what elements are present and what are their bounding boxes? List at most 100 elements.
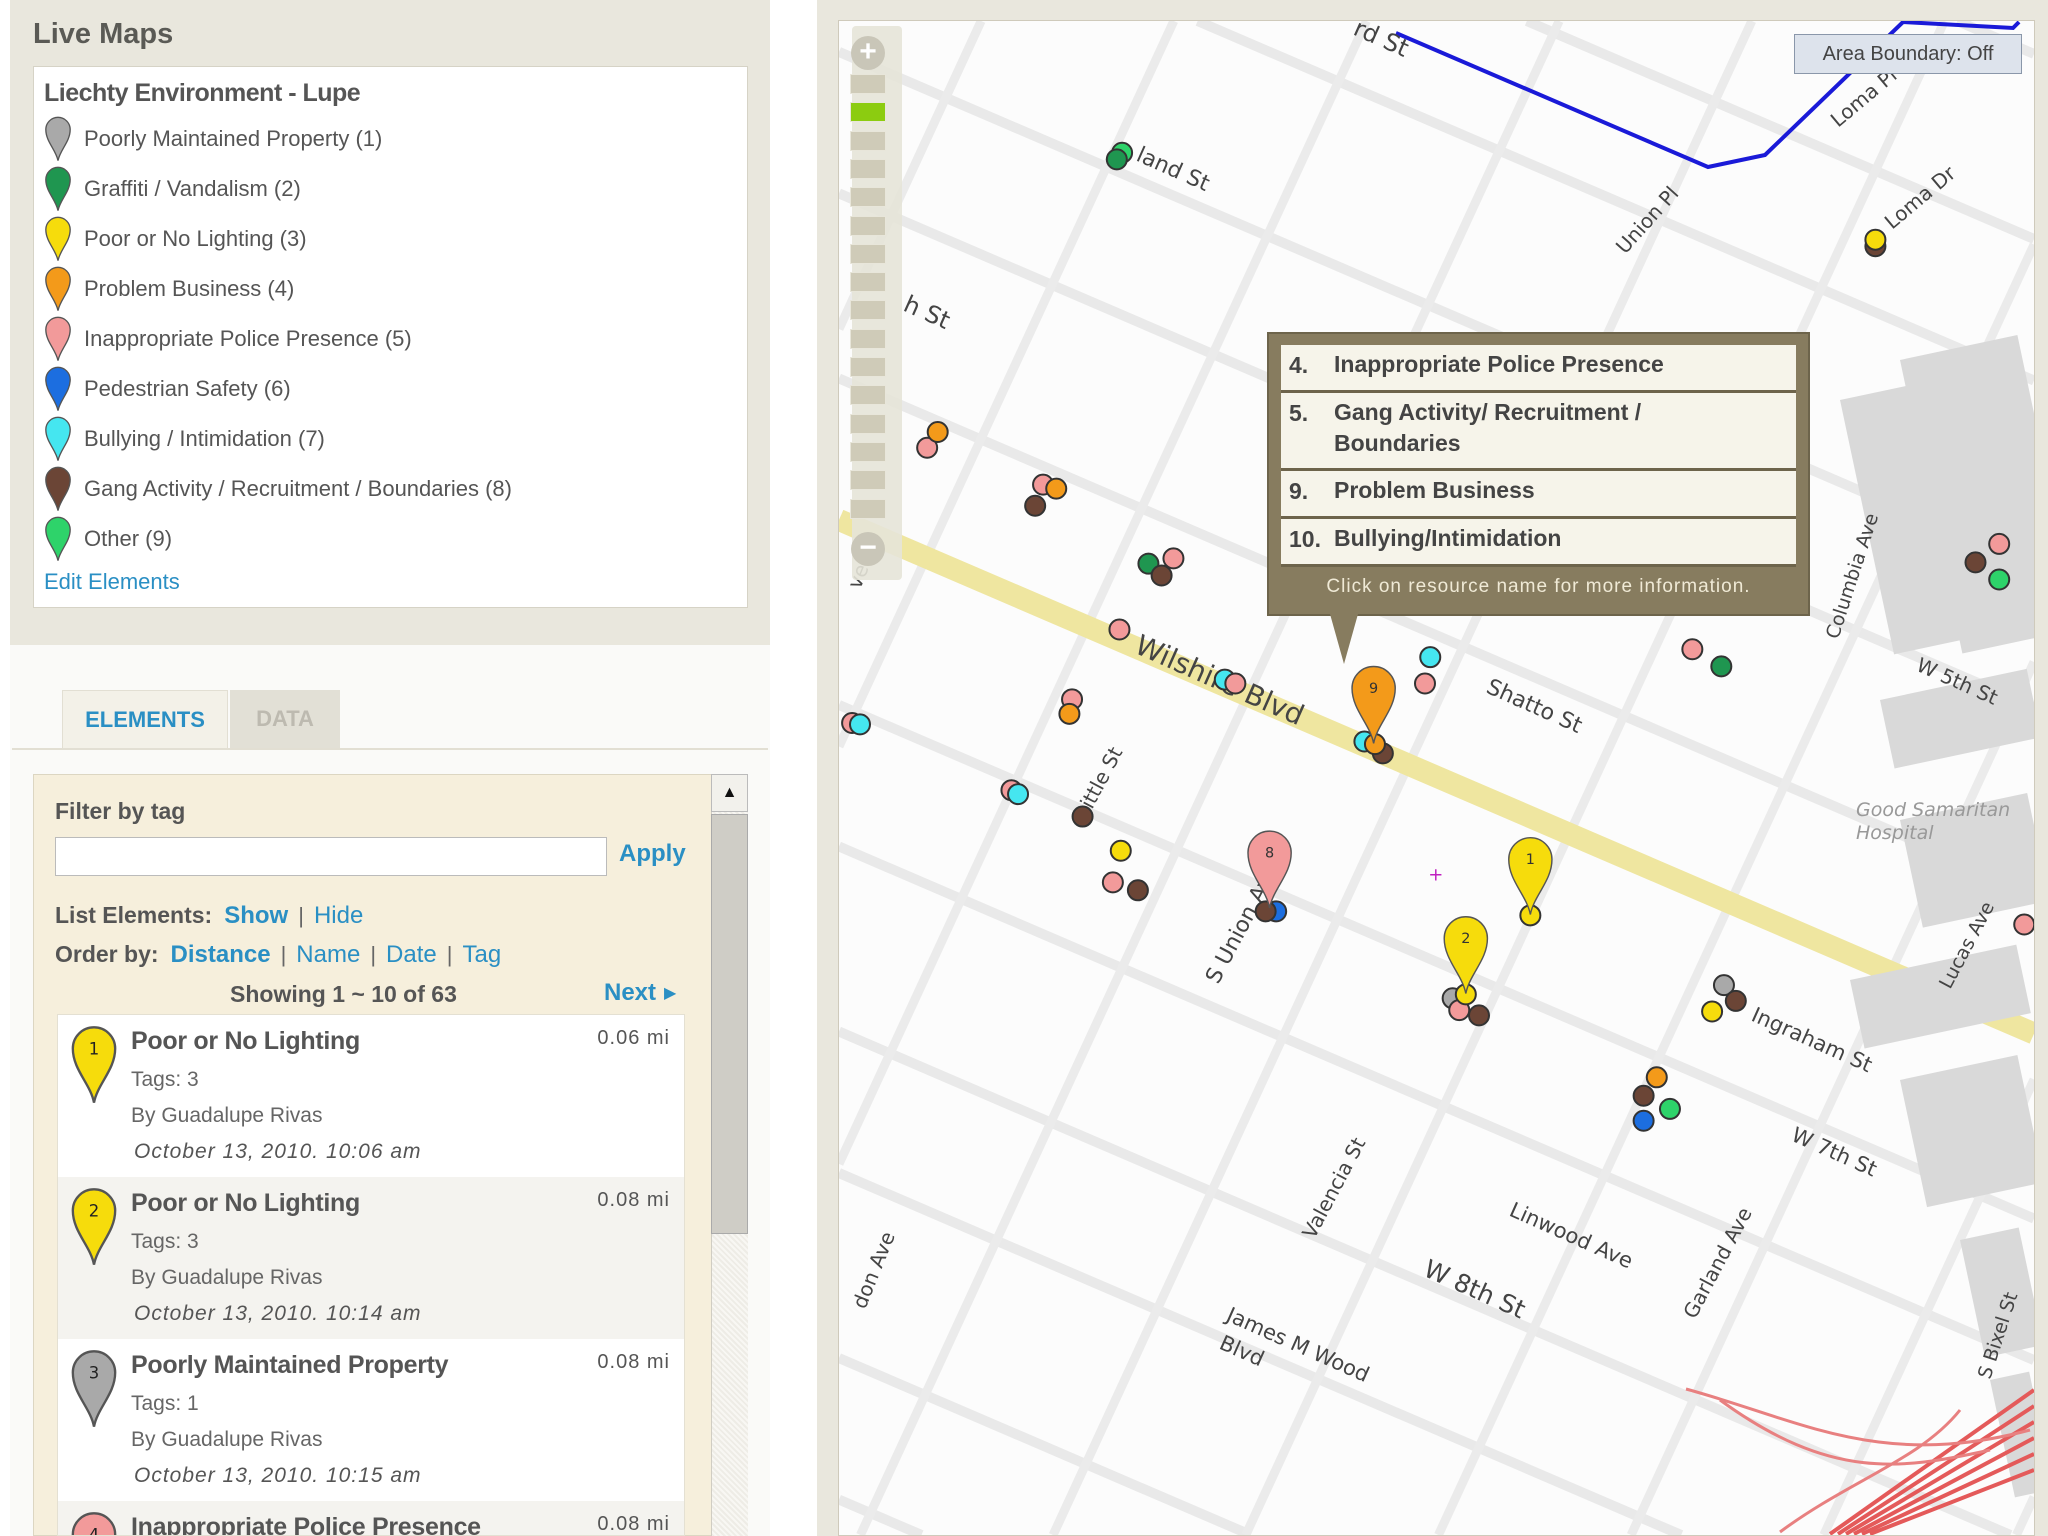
map-marker[interactable] bbox=[1724, 989, 1747, 1012]
legend-item[interactable]: Other (9) bbox=[44, 515, 172, 563]
map-marker[interactable] bbox=[1467, 1004, 1490, 1027]
zoom-level-step[interactable] bbox=[850, 272, 886, 293]
popup-item[interactable]: 4. Inappropriate Police Presence bbox=[1281, 345, 1796, 393]
legend-item[interactable]: Pedestrian Safety (6) bbox=[44, 365, 291, 413]
map-marker[interactable] bbox=[1632, 1109, 1655, 1132]
map-marker[interactable] bbox=[849, 713, 872, 736]
next-page-button[interactable]: Next ▶ bbox=[604, 979, 676, 1007]
zoom-level-step[interactable] bbox=[850, 243, 886, 264]
street-label: Good Samaritan bbox=[1856, 799, 2010, 821]
map-marker[interactable] bbox=[1224, 672, 1247, 695]
map-marker[interactable] bbox=[1024, 494, 1047, 517]
map-marker[interactable] bbox=[1988, 532, 2011, 555]
map-marker[interactable] bbox=[1045, 477, 1068, 500]
zoom-out-button[interactable]: − bbox=[851, 532, 885, 566]
map-marker[interactable] bbox=[1964, 551, 1987, 574]
legend-item-label: Other (9) bbox=[84, 526, 173, 551]
legend-item[interactable]: Gang Activity / Recruitment / Boundaries… bbox=[44, 465, 512, 513]
show-link[interactable]: Show bbox=[224, 902, 288, 930]
apply-button[interactable]: Apply bbox=[619, 840, 686, 868]
map-pin-icon bbox=[45, 316, 71, 361]
map-canvas[interactable]: rd St land St Loma Pl Union Pl Loma Dr h St Wi… bbox=[838, 20, 2035, 1536]
order-date-link[interactable]: Date bbox=[386, 941, 437, 969]
element-title[interactable]: Inappropriate Police Presence bbox=[131, 1513, 481, 1535]
zoom-in-button[interactable]: + bbox=[851, 36, 885, 70]
legend-item[interactable]: Bullying / Intimidation (7) bbox=[44, 415, 325, 463]
zoom-level-step[interactable] bbox=[850, 215, 886, 236]
tab-data[interactable]: DATA bbox=[230, 690, 340, 748]
order-name-link[interactable]: Name bbox=[296, 941, 360, 969]
map-marker[interactable] bbox=[1710, 655, 1733, 678]
map-marker[interactable] bbox=[926, 420, 949, 443]
legend-item[interactable]: Problem Business (4) bbox=[44, 265, 294, 313]
tab-elements[interactable]: ELEMENTS bbox=[62, 690, 228, 748]
map-marker[interactable] bbox=[1988, 568, 2011, 591]
map-marker[interactable] bbox=[1108, 618, 1131, 641]
map-marker[interactable] bbox=[1632, 1084, 1655, 1107]
zoom-level-step[interactable] bbox=[850, 300, 886, 321]
element-title[interactable]: Poorly Maintained Property bbox=[131, 1351, 449, 1380]
element-list-item[interactable]: 4 Inappropriate Police Presence 0.08 mi bbox=[58, 1501, 684, 1535]
zoom-level-step[interactable] bbox=[850, 441, 886, 462]
order-tag-link[interactable]: Tag bbox=[462, 941, 501, 969]
map-marker[interactable] bbox=[1658, 1097, 1681, 1120]
zoom-level-step[interactable] bbox=[850, 413, 886, 434]
map-marker[interactable] bbox=[1126, 879, 1149, 902]
area-boundary-toggle[interactable]: Area Boundary: Off bbox=[1794, 34, 2022, 74]
legend-item[interactable]: Graffiti / Vandalism (2) bbox=[44, 165, 301, 213]
zoom-level-step[interactable] bbox=[850, 385, 886, 406]
zoom-level-step[interactable] bbox=[850, 130, 886, 151]
popup-item-label[interactable]: Problem Business bbox=[1334, 475, 1535, 506]
element-list-item[interactable]: 3 Poorly Maintained Property 0.08 mi Tags… bbox=[58, 1339, 684, 1501]
element-title[interactable]: Poor or No Lighting bbox=[131, 1189, 360, 1218]
map-marker[interactable] bbox=[1419, 646, 1442, 669]
element-list-item[interactable]: 1 Poor or No Lighting 0.06 mi Tags: 3 By G… bbox=[58, 1015, 684, 1177]
element-tags: Tags: 1 bbox=[131, 1392, 199, 1415]
zoom-level-step[interactable] bbox=[850, 470, 886, 491]
map-marker[interactable] bbox=[1681, 638, 1704, 661]
map-layer[interactable]: rd Stland StLoma PlUnion Pl Loma Drh StWi… bbox=[839, 21, 2034, 1535]
zoom-level-step[interactable] bbox=[850, 74, 886, 94]
popup-item-label[interactable]: Inappropriate Police Presence bbox=[1334, 349, 1664, 380]
map-marker[interactable] bbox=[2013, 913, 2034, 936]
map-marker[interactable] bbox=[1105, 148, 1128, 171]
zoom-level-step[interactable] bbox=[850, 102, 886, 123]
popup-item[interactable]: 5. Gang Activity/ Recruitment / Boundari… bbox=[1281, 393, 1796, 471]
popup-item[interactable]: 9. Problem Business bbox=[1281, 471, 1796, 519]
element-list-item[interactable]: 2 Poor or No Lighting 0.08 mi Tags: 3 By G… bbox=[58, 1177, 684, 1339]
zoom-level-step[interactable] bbox=[850, 187, 886, 208]
map-marker[interactable] bbox=[1413, 672, 1436, 695]
popup-item-label[interactable]: Bullying/Intimidation bbox=[1334, 523, 1561, 554]
hide-link[interactable]: Hide bbox=[314, 902, 363, 930]
scrollbar-thumb[interactable] bbox=[711, 814, 748, 1234]
zoom-level-step[interactable] bbox=[850, 357, 886, 377]
map-marker[interactable] bbox=[1162, 547, 1185, 570]
map-marker[interactable] bbox=[1701, 1000, 1724, 1023]
map-pin-icon[interactable]: 1 bbox=[1508, 836, 1553, 915]
map-marker[interactable] bbox=[1645, 1066, 1668, 1089]
element-title[interactable]: Poor or No Lighting bbox=[131, 1027, 360, 1056]
zoom-level-step[interactable] bbox=[850, 498, 886, 519]
map-marker[interactable] bbox=[1109, 839, 1132, 862]
legend-item[interactable]: Poor or No Lighting (3) bbox=[44, 215, 307, 263]
filter-tag-input[interactable] bbox=[55, 837, 607, 876]
map-marker[interactable] bbox=[1150, 564, 1173, 587]
map-marker[interactable] bbox=[1058, 702, 1081, 725]
map-marker[interactable] bbox=[1254, 900, 1277, 923]
legend-item[interactable]: Poorly Maintained Property (1) bbox=[44, 115, 382, 163]
popup-item-label[interactable]: Gang Activity/ Recruitment / Boundaries bbox=[1334, 397, 1664, 459]
map-marker[interactable] bbox=[1071, 805, 1094, 828]
legend-item[interactable]: Inappropriate Police Presence (5) bbox=[44, 315, 412, 363]
map-marker[interactable] bbox=[1101, 871, 1124, 894]
zoom-level-step[interactable] bbox=[850, 328, 886, 349]
map-marker[interactable] bbox=[1007, 783, 1030, 806]
popup-item[interactable]: 10. Bullying/Intimidation bbox=[1281, 519, 1796, 567]
list-elements-row: List Elements: Show | Hide bbox=[55, 902, 363, 930]
order-distance-link[interactable]: Distance bbox=[171, 941, 271, 969]
element-tags: Tags: 3 bbox=[131, 1068, 199, 1091]
map-marker[interactable] bbox=[1864, 228, 1887, 251]
edit-elements-link[interactable]: Edit Elements bbox=[44, 569, 180, 595]
street-line bbox=[2012, 1495, 2034, 1535]
zoom-level-step[interactable] bbox=[850, 158, 886, 179]
scroll-up-arrow-icon[interactable]: ▲ bbox=[711, 774, 748, 812]
